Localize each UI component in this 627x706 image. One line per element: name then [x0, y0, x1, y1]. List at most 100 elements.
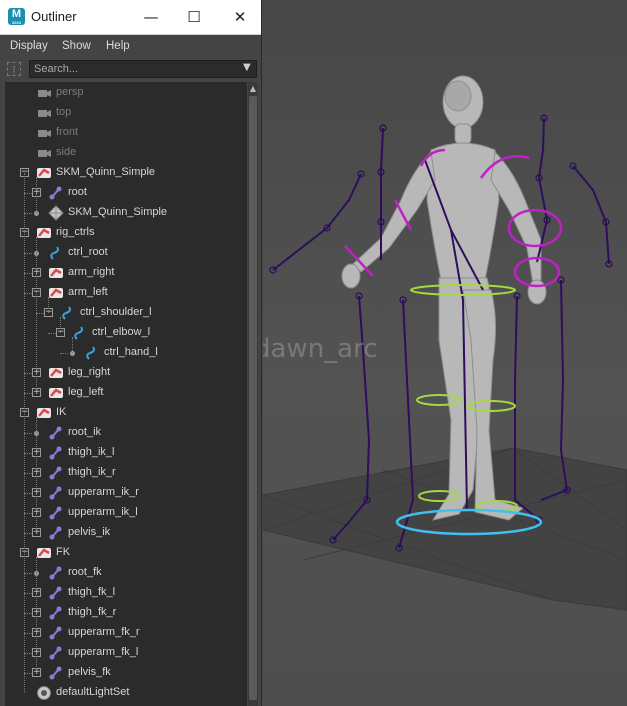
tree-row-label: IK	[56, 406, 67, 418]
tree-connector	[36, 313, 44, 314]
tree-row-label: root_fk	[68, 566, 102, 578]
joint-icon	[48, 625, 64, 641]
tree-row[interactable]: defaultLightSet	[5, 683, 247, 703]
tree-row-label: defaultLightSet	[56, 686, 130, 698]
tree-row[interactable]: root_ik	[5, 423, 247, 443]
scroll-thumb[interactable]	[249, 96, 257, 700]
tree-row[interactable]: − FK	[5, 543, 247, 563]
tree-row[interactable]: + leg_right	[5, 363, 247, 383]
tree-row-label: arm_left	[68, 286, 108, 298]
tree-connector	[48, 333, 56, 334]
tree-connector	[60, 353, 68, 354]
tree-connector	[24, 473, 32, 474]
tree-row[interactable]: ctrl_hand_l	[5, 343, 247, 363]
tree-row-label: pelvis_ik	[68, 526, 111, 538]
joint-icon	[48, 605, 64, 621]
window-title: Outliner	[31, 9, 77, 24]
tree-connector	[24, 533, 32, 534]
tree-row[interactable]: − IK	[5, 403, 247, 423]
tree-connector	[24, 433, 32, 434]
tree-row-label: thigh_fk_l	[68, 586, 116, 598]
tree-connector	[24, 253, 32, 254]
joint-icon	[48, 665, 64, 681]
tree-row-label: ctrl_root	[68, 246, 108, 258]
tree-connector	[24, 673, 32, 674]
joint-icon	[48, 445, 64, 461]
search-dropdown-icon[interactable]: ▼	[243, 62, 251, 73]
tree-row[interactable]: root_fk	[5, 563, 247, 583]
tree-row[interactable]: persp	[5, 83, 247, 103]
tree-row[interactable]: + upperarm_ik_r	[5, 483, 247, 503]
tree-row[interactable]: − rig_ctrls	[5, 223, 247, 243]
tree-row-label: thigh_ik_l	[68, 446, 115, 458]
menu-display[interactable]: Display	[10, 40, 48, 52]
tree-row[interactable]: − ctrl_shoulder_l	[5, 303, 247, 323]
tree-connector	[24, 493, 32, 494]
menu-help[interactable]: Help	[106, 40, 130, 52]
tree-row[interactable]: + arm_right	[5, 263, 247, 283]
outliner-tree[interactable]: persp top front side − SKM_Quinn_Simple + root S…	[5, 82, 247, 706]
title-bar[interactable]: M 2024 Outliner — ☐ ✕	[0, 0, 261, 35]
tree-guide-line	[36, 177, 37, 213]
tree-row[interactable]: + thigh_ik_r	[5, 463, 247, 483]
minimize-button[interactable]: —	[140, 6, 162, 28]
tree-guide-line	[36, 417, 37, 533]
camera-icon	[36, 85, 52, 101]
vertical-scrollbar[interactable]: ▲	[248, 82, 258, 706]
tree-row[interactable]: ctrl_root	[5, 243, 247, 263]
close-button[interactable]: ✕	[229, 6, 251, 28]
joint-icon	[48, 465, 64, 481]
tree-row[interactable]: top	[5, 103, 247, 123]
tree-row[interactable]: + leg_left	[5, 383, 247, 403]
tree-row-label: SKM_Quinn_Simple	[68, 206, 168, 218]
menu-bar: Display Show Help	[0, 35, 261, 57]
tree-row-label: root	[68, 186, 87, 198]
tree-row-label: persp	[56, 86, 84, 98]
camera-icon	[36, 105, 52, 121]
tree-row-label: upperarm_fk_r	[68, 626, 140, 638]
search-row: ⁝ ▼	[0, 57, 261, 83]
search-input[interactable]	[29, 60, 257, 78]
maximize-button[interactable]: ☐	[183, 6, 205, 28]
tree-row[interactable]: side	[5, 143, 247, 163]
tree-guide-line	[36, 557, 37, 673]
tree-row-label: ctrl_hand_l	[104, 346, 158, 358]
tree-row[interactable]: + thigh_fk_l	[5, 583, 247, 603]
tree-row[interactable]: + thigh_fk_r	[5, 603, 247, 623]
tree-row-label: leg_left	[68, 386, 104, 398]
tree-row[interactable]: + pelvis_ik	[5, 523, 247, 543]
tree-row[interactable]: − arm_left	[5, 283, 247, 303]
joint-icon	[48, 485, 64, 501]
transform-group-icon	[48, 285, 64, 301]
tree-connector	[24, 213, 32, 214]
tree-row-label: upperarm_ik_r	[68, 486, 139, 498]
menu-show[interactable]: Show	[62, 40, 91, 52]
tree-row-label: upperarm_ik_l	[68, 506, 138, 518]
camera-icon	[36, 145, 52, 161]
tree-row[interactable]: + upperarm_fk_r	[5, 623, 247, 643]
tree-row[interactable]: + upperarm_ik_l	[5, 503, 247, 523]
scroll-up-icon[interactable]: ▲	[248, 84, 258, 93]
curve-icon	[60, 305, 76, 321]
transform-group-icon	[48, 385, 64, 401]
tree-row[interactable]: − ctrl_elbow_l	[5, 323, 247, 343]
filter-icon[interactable]: ⁝	[7, 62, 21, 76]
tree-row-label: root_ik	[68, 426, 102, 438]
joint-icon	[48, 505, 64, 521]
tree-row-label: arm_right	[68, 266, 115, 278]
tree-row[interactable]: front	[5, 123, 247, 143]
tree-row[interactable]: + upperarm_fk_l	[5, 643, 247, 663]
tree-row[interactable]: − SKM_Quinn_Simple	[5, 163, 247, 183]
tree-guide-line	[24, 173, 25, 693]
tree-connector	[24, 453, 32, 454]
joint-icon	[48, 645, 64, 661]
tree-connector	[24, 193, 32, 194]
tree-row[interactable]: SKM_Quinn_Simple	[5, 203, 247, 223]
viewport-panel[interactable]: @dawn_arc	[263, 0, 627, 706]
tree-row[interactable]: + thigh_ik_l	[5, 443, 247, 463]
tree-connector	[24, 513, 32, 514]
tree-row[interactable]: + root	[5, 183, 247, 203]
outliner-window[interactable]: M 2024 Outliner — ☐ ✕ Display Show Help ⁝…	[0, 0, 262, 706]
camera-icon	[36, 125, 52, 141]
tree-row[interactable]: + pelvis_fk	[5, 663, 247, 683]
